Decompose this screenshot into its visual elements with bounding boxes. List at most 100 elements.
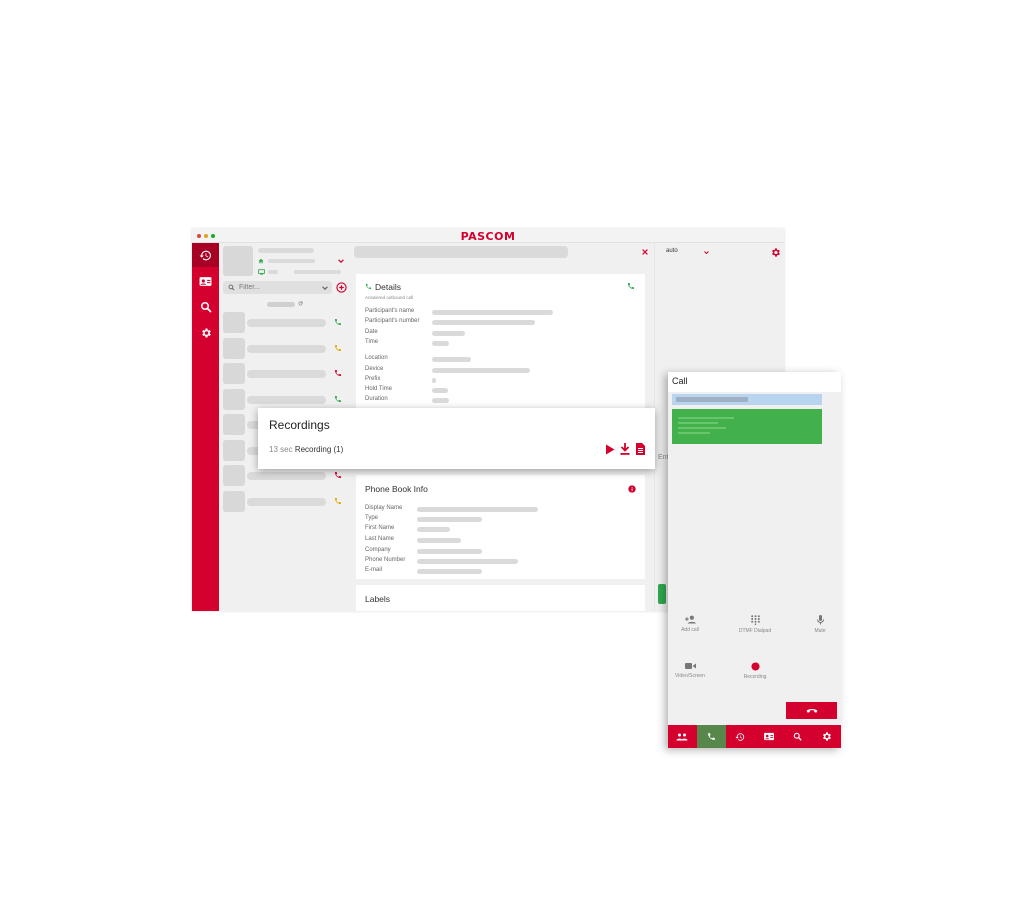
close-icon[interactable] (642, 249, 648, 255)
user-avatar[interactable] (223, 246, 253, 276)
settings-icon[interactable] (770, 247, 781, 258)
value-placeholder (417, 549, 482, 554)
message-input-partial[interactable]: Ent (658, 454, 669, 461)
play-icon[interactable] (605, 444, 615, 455)
hangup-button[interactable] (786, 702, 837, 719)
download-icon[interactable] (620, 443, 630, 455)
phone-icon (707, 733, 715, 740)
field-label: Display Name (365, 505, 403, 511)
contact-name-placeholder (247, 370, 326, 378)
video-screen-button[interactable]: Video/Screen (660, 662, 720, 679)
details-panel: Details Answered outbound call Participa… (356, 274, 645, 414)
mode-select-value: auto (666, 248, 678, 254)
field-label: Device (365, 366, 384, 372)
value-placeholder (432, 331, 465, 336)
sidebar-item-history[interactable] (192, 243, 219, 267)
contacts-icon (763, 732, 774, 741)
refresh-icon[interactable] (298, 301, 303, 306)
mute-button[interactable]: Mute (790, 615, 850, 634)
value-placeholder (432, 398, 449, 403)
info-icon[interactable] (628, 485, 636, 493)
filter-input[interactable] (239, 281, 319, 294)
field-label: Last Name (365, 536, 395, 542)
tab-phone[interactable] (696, 725, 726, 748)
tab-settings[interactable] (812, 725, 841, 748)
contact-avatar (223, 388, 245, 410)
call-list-row[interactable] (223, 363, 348, 385)
recordings-title: Recordings (269, 418, 330, 432)
tab-search[interactable] (783, 725, 812, 748)
field-label: E-mail (365, 567, 383, 573)
search-icon (793, 732, 802, 741)
field-label: Prefix (365, 376, 381, 382)
value-placeholder (432, 378, 436, 383)
tab-team[interactable] (668, 725, 697, 748)
contact-avatar (223, 465, 245, 486)
date-group-placeholder (267, 302, 295, 307)
field-label: Date (365, 329, 378, 335)
call-list-row[interactable] (223, 490, 348, 513)
mobile-call-screen: Call Add call DTMF Dialpad Mute Video/Sc… (668, 372, 841, 748)
mode-select[interactable]: auto (666, 247, 710, 257)
dtmf-dialpad-button[interactable]: DTMF Dialpad (725, 615, 785, 634)
add-circle-icon[interactable] (336, 282, 347, 293)
call-list-row[interactable] (223, 337, 348, 360)
history-icon (735, 732, 745, 741)
value-placeholder (432, 310, 553, 315)
status-line (678, 417, 734, 419)
field-label: Hold Time (365, 386, 393, 392)
call-status-icon (335, 497, 341, 504)
recording-button[interactable]: Recording (725, 662, 785, 680)
app-logo: PASCOM (460, 230, 516, 243)
value-placeholder (417, 569, 482, 574)
call-status-icon (335, 344, 341, 351)
search-icon (200, 302, 211, 313)
value-placeholder (432, 357, 471, 362)
field-label: Duration (365, 396, 388, 402)
contact-avatar (223, 490, 245, 512)
tab-history[interactable] (726, 725, 755, 748)
device-placeholder (268, 270, 278, 274)
chevron-down-icon[interactable] (322, 286, 328, 290)
field-label: Type (365, 515, 379, 521)
document-icon[interactable] (636, 443, 645, 455)
status-line (678, 432, 710, 434)
sidebar-item-contacts[interactable] (192, 269, 219, 293)
sidebar-item-settings[interactable] (192, 321, 219, 345)
user-name-placeholder (258, 248, 314, 253)
recording-item[interactable]: 13 sec Recording (1) (269, 445, 343, 454)
recordings-card: Recordings 13 sec Recording (1) (258, 408, 655, 469)
call-status-box (672, 409, 822, 444)
history-icon (199, 250, 211, 260)
mobile-tab-bar (668, 725, 841, 748)
contacts-icon (199, 276, 212, 286)
field-label: Location (365, 355, 388, 361)
send-button[interactable] (658, 584, 666, 604)
video-icon (684, 663, 696, 669)
mobile-title: Call (672, 376, 688, 386)
sidebar-item-search[interactable] (192, 295, 219, 319)
contact-name-placeholder (247, 395, 326, 404)
field-label: Company (365, 547, 391, 553)
contact-avatar (223, 439, 245, 461)
value-placeholder (432, 320, 535, 325)
value-placeholder (432, 368, 530, 373)
tab-contacts[interactable] (754, 725, 783, 748)
field-label: Participant's number (365, 318, 420, 324)
chevron-down-icon[interactable] (338, 259, 344, 263)
call-status-icon (335, 319, 341, 325)
recording-name: Recording (1) (294, 445, 344, 454)
call-list-row[interactable] (223, 312, 348, 334)
field-label: First Name (365, 525, 395, 531)
labels-title: Labels (365, 594, 391, 604)
add-call-button[interactable]: Add call (660, 615, 720, 633)
title-bar: PASCOM (192, 229, 784, 243)
user-status-placeholder (268, 259, 315, 263)
field-label: Participant's name (365, 308, 415, 314)
mobile-header: Call (668, 372, 841, 392)
phone-book-panel: Phone Book Info Display Name Type First … (356, 475, 645, 579)
hangup-icon (806, 708, 817, 713)
call-button-icon[interactable] (627, 282, 635, 290)
dtmf-dialpad-label: DTMF Dialpad (738, 628, 772, 634)
phone-outgoing-icon (365, 283, 372, 290)
